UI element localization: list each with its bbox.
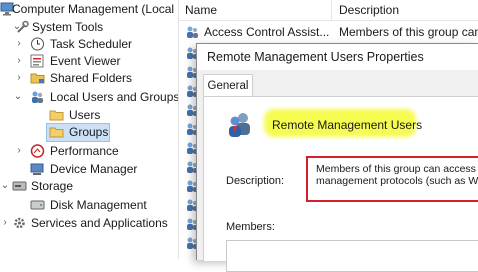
chevron-right-icon[interactable]: › (14, 142, 24, 160)
description-label: Description: (226, 175, 285, 187)
column-header-description[interactable]: Description (333, 0, 478, 20)
tree-item-groups[interactable]: Groups (0, 123, 178, 141)
disk-icon (30, 200, 45, 210)
tree-item-device-manager[interactable]: Device Manager (0, 160, 178, 178)
chevron-right-icon[interactable]: › (14, 35, 24, 53)
tree-label: Shared Folders (50, 71, 133, 85)
tree-label: Performance (50, 144, 119, 158)
list-header: Name Description (179, 0, 478, 21)
tree-item-event-viewer[interactable]: › Event Viewer (0, 52, 178, 70)
console-tree: Computer Management (Local ⌄ System Tool… (0, 0, 180, 259)
description-field[interactable]: Members of this group can access W manag… (306, 156, 478, 202)
column-header-name[interactable]: Name (179, 0, 335, 20)
tree-label: Event Viewer (50, 54, 121, 68)
dialog-title: Remote Management Users Properties (197, 44, 478, 70)
tree-item-performance[interactable]: › Performance (0, 142, 178, 160)
properties-dialog: Remote Management Users Properties Gener… (196, 43, 478, 272)
tree-label: Local Users and Groups (50, 90, 180, 104)
tree-label: Users (69, 108, 101, 122)
tree-item-users[interactable]: Users (0, 106, 178, 124)
users-group-icon (229, 113, 250, 137)
tree-label: Storage (31, 179, 74, 193)
chevron-right-icon[interactable]: › (14, 52, 24, 70)
event-viewer-icon (30, 54, 44, 68)
device-manager-icon (30, 163, 44, 175)
members-list[interactable] (226, 240, 478, 272)
column-separator[interactable] (331, 0, 332, 20)
tree-label: Device Manager (50, 162, 138, 176)
chevron-down-icon[interactable]: ⌄ (0, 177, 10, 195)
tree-item-task-scheduler[interactable]: › Task Scheduler (0, 35, 178, 53)
storage-icon (12, 181, 27, 191)
general-tab-panel: Remote Management Users Description: Mem… (203, 96, 478, 272)
tree-item-disk-management[interactable]: Disk Management (0, 196, 178, 214)
folder-icon (49, 127, 64, 138)
chevron-right-icon[interactable]: › (14, 69, 24, 87)
row-name: Access Control Assist... (204, 25, 330, 39)
performance-icon (30, 144, 45, 158)
tree-item-services-apps[interactable]: › Services and Applications (0, 214, 178, 232)
folder-icon (49, 110, 64, 121)
list-row[interactable]: Access Control Assist... Members of this… (179, 22, 478, 42)
members-label: Members: (226, 221, 275, 233)
tools-icon (17, 20, 29, 33)
tree-item-computer-management[interactable]: Computer Management (Local (0, 0, 178, 18)
tree-label: Services and Applications (31, 216, 168, 230)
tree-label: Disk Management (50, 198, 147, 212)
description-text: Members of this group can access W manag… (316, 163, 478, 187)
services-icon (14, 217, 25, 229)
clock-icon (31, 37, 44, 51)
tree-label: Task Scheduler (50, 37, 133, 51)
tree-item-system-tools[interactable]: ⌄ System Tools (0, 18, 178, 36)
chevron-right-icon[interactable]: › (0, 214, 10, 232)
chevron-down-icon[interactable]: ⌄ (13, 88, 23, 106)
tree-item-storage[interactable]: ⌄ Storage (0, 177, 178, 195)
users-group-icon (32, 91, 43, 103)
tab-general[interactable]: General (203, 74, 253, 97)
tab-strip: General (197, 70, 478, 97)
row-description: Members of this group can (339, 25, 478, 39)
tree-label: Groups (69, 125, 109, 139)
group-name: Remote Management Users (272, 118, 423, 132)
tree-item-local-users-groups[interactable]: ⌄ Local Users and Groups (0, 88, 180, 106)
group-icon (187, 26, 198, 38)
tree-label: Computer Management (Local (12, 2, 175, 16)
tree-item-shared-folders[interactable]: › Shared Folders (0, 69, 178, 87)
tree-label: System Tools (32, 20, 104, 34)
shared-folder-icon (30, 73, 45, 84)
